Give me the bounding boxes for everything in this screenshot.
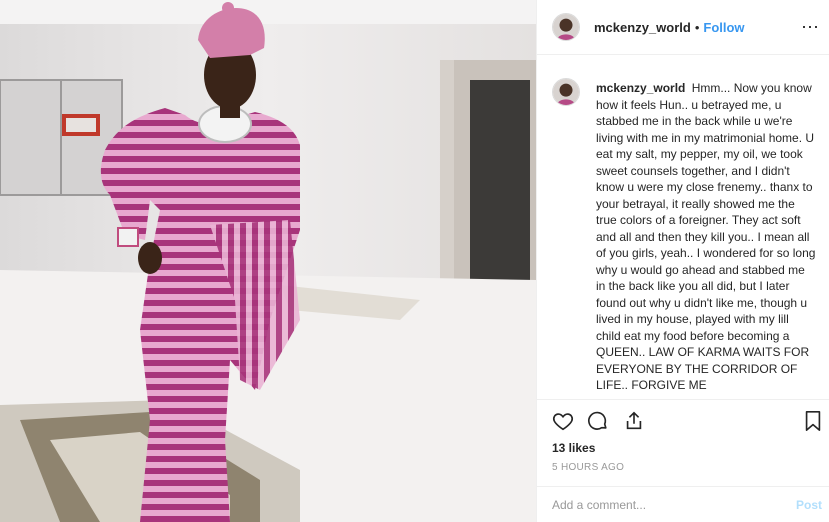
- caption-text: mckenzy_world Hmm... Now you know how it…: [596, 80, 816, 399]
- heart-icon[interactable]: [552, 410, 574, 437]
- avatar[interactable]: [552, 13, 580, 41]
- post-comment-button[interactable]: Post: [796, 498, 822, 512]
- post-image: [0, 0, 536, 522]
- username-link[interactable]: mckenzy_world: [594, 20, 691, 35]
- more-options-icon[interactable]: ⋯: [801, 14, 820, 40]
- separator-dot: •: [694, 19, 700, 35]
- post-photo[interactable]: [0, 0, 536, 522]
- action-bar: [537, 399, 829, 439]
- caption-avatar[interactable]: [552, 78, 580, 106]
- caption-section: mckenzy_world Hmm... Now you know how it…: [537, 56, 829, 399]
- post-header: mckenzy_world • Follow ⋯: [537, 0, 829, 55]
- bookmark-icon[interactable]: [803, 410, 823, 437]
- post-timestamp[interactable]: 5 HOURS AGO: [552, 462, 624, 473]
- share-icon[interactable]: [623, 410, 645, 437]
- follow-button[interactable]: Follow: [703, 20, 744, 35]
- comment-input[interactable]: [552, 497, 782, 512]
- likes-count[interactable]: 13 likes: [552, 441, 595, 455]
- post-side-panel: mckenzy_world • Follow ⋯ mckenzy_world H…: [536, 0, 829, 522]
- caption-body: Hmm... Now you know how it feels Hun.. u…: [596, 81, 816, 392]
- comment-icon[interactable]: [587, 410, 609, 437]
- comment-bar: Post: [537, 486, 829, 522]
- caption-username[interactable]: mckenzy_world: [596, 81, 685, 95]
